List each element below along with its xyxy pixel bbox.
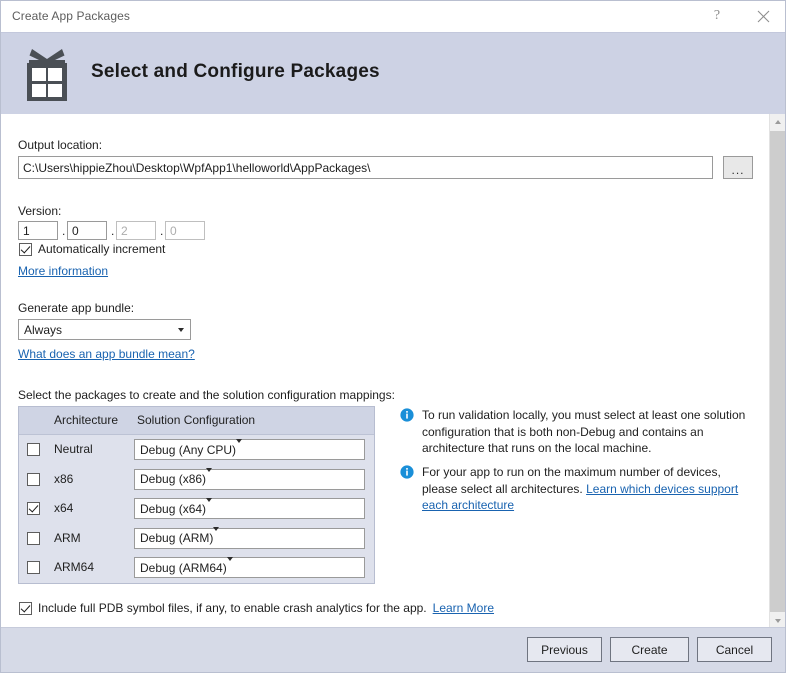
- row-configuration-select[interactable]: Debug (x86): [134, 468, 365, 490]
- row-configuration-value: Debug (ARM): [140, 531, 214, 546]
- row-configuration-select[interactable]: Debug (x64): [134, 497, 365, 520]
- info-circle-icon: [400, 465, 414, 479]
- row-architecture: ARM: [54, 530, 81, 545]
- content-scrollbar[interactable]: [769, 114, 785, 629]
- create-app-packages-dialog: Create App Packages ? Select and Configu…: [0, 0, 786, 673]
- row-architecture: ARM64: [54, 560, 95, 575]
- version-major-input[interactable]: 1: [18, 221, 58, 240]
- row-checkbox-arm64[interactable]: [27, 561, 40, 575]
- scrollbar-thumb[interactable]: [770, 131, 785, 612]
- version-separator-3: .: [160, 224, 164, 238]
- row-checkbox-neutral[interactable]: [27, 443, 40, 456]
- version-minor-input[interactable]: 0: [67, 221, 107, 240]
- chevron-up-icon: [774, 120, 781, 124]
- row-checkbox-x86[interactable]: [27, 472, 40, 486]
- pdb-label: Include full PDB symbol files, if any, t…: [38, 601, 427, 615]
- chevron-down-icon: [774, 619, 781, 623]
- row-configuration-value: Debug (x64): [140, 501, 207, 516]
- dialog-footer: Previous Create Cancel: [1, 627, 785, 672]
- row-configuration-select[interactable]: Debug (Any CPU): [134, 438, 365, 460]
- close-icon: [757, 10, 769, 22]
- cancel-button[interactable]: Cancel: [697, 637, 772, 662]
- chevron-down-icon[interactable]: [206, 468, 213, 487]
- chevron-down-icon[interactable]: [172, 321, 189, 338]
- title-bar: Create App Packages ?: [1, 1, 785, 32]
- row-configuration-select[interactable]: Debug (ARM): [134, 527, 365, 549]
- version-separator-1: .: [62, 224, 66, 238]
- app-bundle-selected-value: Always: [24, 322, 63, 337]
- column-header-solution-configuration: Solution Configuration: [137, 413, 256, 427]
- auto-increment-checkbox[interactable]: [19, 242, 32, 256]
- row-configuration-value: Debug (Any CPU): [140, 442, 237, 457]
- info-message-devices: For your app to run on the maximum numbe…: [400, 464, 750, 514]
- close-button[interactable]: [741, 1, 785, 31]
- row-architecture: Neutral: [54, 442, 93, 456]
- packages-table: Architecture Solution Configuration Neut…: [18, 406, 375, 584]
- pdb-checkbox[interactable]: [19, 601, 32, 615]
- row-configuration-select[interactable]: Debug (ARM64): [134, 556, 365, 579]
- window-title: Create App Packages: [12, 9, 130, 23]
- browse-button[interactable]: ...: [723, 156, 753, 179]
- dialog-header: Select and Configure Packages: [1, 32, 785, 115]
- gift-package-icon: [27, 49, 67, 101]
- app-bundle-label: Generate app bundle:: [18, 301, 135, 315]
- pdb-checkbox-row[interactable]: Include full PDB symbol files, if any, t…: [19, 601, 494, 615]
- app-bundle-select[interactable]: Always: [18, 319, 191, 340]
- auto-increment-label: Automatically increment: [38, 242, 166, 256]
- page-title: Select and Configure Packages: [91, 61, 380, 82]
- packages-caption: Select the packages to create and the so…: [18, 388, 395, 402]
- dialog-content: Output location: C:\Users\hippieZhou\Des…: [1, 114, 771, 629]
- table-row[interactable]: ARM64 Debug (ARM64): [19, 553, 374, 583]
- previous-button[interactable]: Previous: [527, 637, 602, 662]
- question-mark-icon: ?: [713, 8, 721, 23]
- output-location-input[interactable]: C:\Users\hippieZhou\Desktop\WpfApp1\hell…: [18, 156, 713, 179]
- packages-table-header: Architecture Solution Configuration: [19, 407, 374, 435]
- row-checkbox-arm[interactable]: [27, 531, 40, 545]
- table-row[interactable]: ARM Debug (ARM): [19, 523, 374, 554]
- pdb-learn-more-link[interactable]: Learn More: [433, 601, 494, 615]
- table-row[interactable]: x86 Debug (x86): [19, 464, 374, 495]
- version-build-input: 2: [116, 221, 156, 240]
- row-architecture: x86: [54, 471, 74, 486]
- row-configuration-value: Debug (x86): [140, 472, 207, 487]
- output-location-label: Output location:: [18, 138, 103, 152]
- create-button[interactable]: Create: [610, 637, 689, 662]
- info-message-text: To run validation locally, you must sele…: [422, 408, 746, 455]
- chevron-down-icon[interactable]: [213, 527, 220, 546]
- info-message-validation: To run validation locally, you must sele…: [400, 407, 750, 457]
- more-information-link[interactable]: More information: [18, 264, 108, 278]
- column-header-architecture: Architecture: [54, 413, 119, 427]
- app-bundle-help-link[interactable]: What does an app bundle mean?: [18, 347, 195, 361]
- row-checkbox-x64[interactable]: [27, 502, 40, 516]
- info-circle-icon: [400, 408, 414, 422]
- table-row[interactable]: x64 Debug (x64): [19, 494, 374, 524]
- auto-increment-checkbox-row[interactable]: Automatically increment: [19, 242, 165, 256]
- row-architecture: x64: [54, 501, 74, 516]
- chevron-down-icon[interactable]: [206, 497, 213, 516]
- help-button[interactable]: ?: [695, 1, 739, 31]
- version-revision-input: 0: [165, 221, 205, 240]
- version-separator-2: .: [111, 224, 115, 238]
- version-label: Version:: [18, 204, 62, 218]
- row-configuration-value: Debug (ARM64): [140, 560, 227, 575]
- chevron-down-icon[interactable]: [236, 438, 243, 457]
- table-row[interactable]: Neutral Debug (Any CPU): [19, 435, 374, 465]
- scroll-up-button[interactable]: [770, 114, 785, 130]
- chevron-down-icon[interactable]: [226, 556, 233, 575]
